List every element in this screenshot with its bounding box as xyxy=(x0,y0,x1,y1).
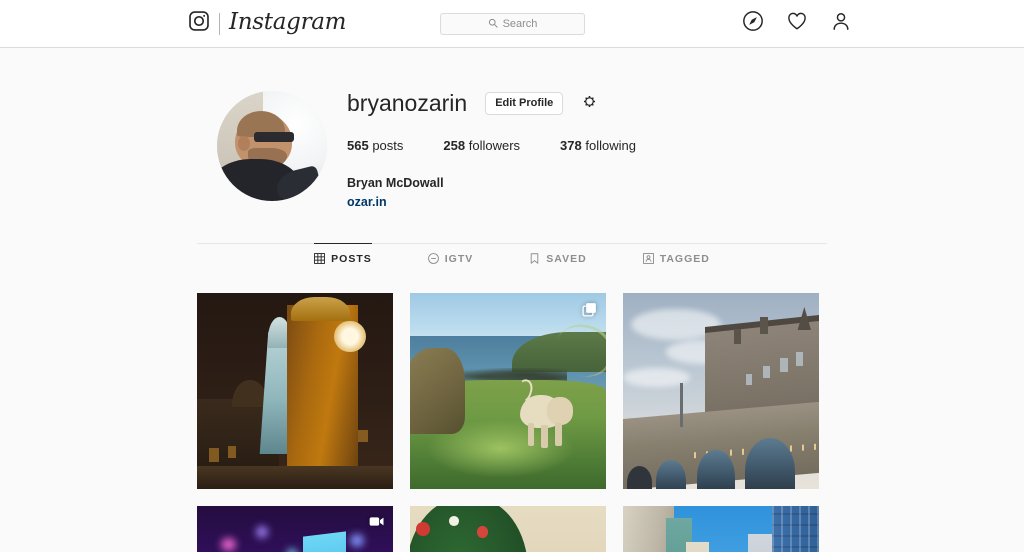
dog-leg xyxy=(555,422,562,447)
clock-face xyxy=(334,320,366,353)
carousel-icon xyxy=(582,302,597,322)
stat-posts: 565 posts xyxy=(347,138,403,153)
gear-icon xyxy=(581,93,598,113)
lit-window xyxy=(357,430,368,443)
ornament xyxy=(476,525,489,538)
window xyxy=(795,352,804,366)
dog-leg xyxy=(527,422,535,447)
username-row: bryanozarin Edit Profile xyxy=(347,88,827,118)
post-tile[interactable] xyxy=(410,293,606,490)
tagged-person-icon xyxy=(642,253,654,265)
avatar-glasses xyxy=(254,131,294,142)
person-icon[interactable] xyxy=(830,10,852,37)
brand-divider xyxy=(219,12,220,35)
stat-posts-label: posts xyxy=(372,138,404,153)
profile-bio: Bryan McDowall ozar.in xyxy=(347,174,827,211)
stat-followers-label: followers xyxy=(468,138,521,153)
window xyxy=(779,357,788,372)
building-right-facade-grid xyxy=(771,506,819,552)
search-placeholder: Search xyxy=(502,17,538,30)
dog-leg xyxy=(541,424,548,449)
profile-header: bryanozarin Edit Profile 565 posts 258 f… xyxy=(197,84,827,211)
lit-window xyxy=(208,448,219,462)
instagram-wordmark[interactable]: Instagram xyxy=(229,11,347,36)
profile-page: bryanozarin Edit Profile 565 posts 258 f… xyxy=(0,48,1024,552)
settings-button[interactable] xyxy=(581,93,598,113)
dog-head xyxy=(547,397,573,425)
stat-following-label: following xyxy=(585,138,636,153)
tower-crown xyxy=(291,297,350,321)
window xyxy=(763,365,770,378)
top-navigation-bar: Instagram Search xyxy=(0,0,1024,48)
compass-icon[interactable] xyxy=(742,10,764,37)
profile-stats: 565 posts 258 followers 378 following xyxy=(347,138,827,153)
ornament xyxy=(415,521,430,536)
edit-profile-button[interactable]: Edit Profile xyxy=(485,91,564,115)
tab-saved[interactable]: SAVED xyxy=(529,243,586,273)
post-tile[interactable] xyxy=(197,506,393,552)
post-tile[interactable] xyxy=(410,506,606,552)
full-name: Bryan McDowall xyxy=(347,176,444,190)
website-link[interactable]: ozar.in xyxy=(347,193,827,211)
video-icon xyxy=(369,515,384,533)
search-icon xyxy=(488,15,498,33)
nav-icon-group xyxy=(742,10,852,37)
search-input[interactable]: Search xyxy=(440,13,585,35)
stat-posts-value: 565 xyxy=(347,138,369,153)
stat-following-value: 378 xyxy=(560,138,582,153)
tab-saved-label: SAVED xyxy=(546,252,587,265)
tab-tagged[interactable]: TAGGED xyxy=(642,243,710,273)
profile-tabs: POSTS IGTV SAVED TAGGED xyxy=(197,243,827,273)
post-tile[interactable] xyxy=(197,293,393,490)
stat-followers-value: 258 xyxy=(443,138,466,153)
neon-light xyxy=(255,525,268,538)
content-column: bryanozarin Edit Profile 565 posts 258 f… xyxy=(197,48,827,552)
tab-posts[interactable]: POSTS xyxy=(314,243,372,273)
building-left-cream xyxy=(685,541,710,552)
avatar[interactable] xyxy=(217,91,327,201)
tab-posts-label: POSTS xyxy=(331,252,372,265)
avatar-container xyxy=(197,84,347,201)
post-tile[interactable] xyxy=(623,293,819,490)
chimney xyxy=(760,316,769,335)
tab-igtv[interactable]: IGTV xyxy=(427,243,474,273)
tab-igtv-label: IGTV xyxy=(444,252,474,265)
tab-tagged-label: TAGGED xyxy=(659,252,710,265)
profile-details: bryanozarin Edit Profile 565 posts 258 f… xyxy=(347,84,827,211)
post-grid xyxy=(197,293,827,552)
window xyxy=(745,373,753,386)
chimney xyxy=(733,328,741,345)
lit-window xyxy=(228,446,237,458)
stat-following[interactable]: 378 following xyxy=(560,138,636,153)
street-lamp xyxy=(679,383,683,427)
brand-logo[interactable]: Instagram xyxy=(188,10,347,37)
stat-followers[interactable]: 258 followers xyxy=(443,138,520,153)
dry-grass-slope xyxy=(410,348,465,435)
neon-light xyxy=(349,533,364,548)
instagram-camera-icon[interactable] xyxy=(188,10,210,37)
street-level xyxy=(197,465,393,490)
heart-icon[interactable] xyxy=(786,10,808,37)
ornament xyxy=(449,516,459,526)
grid-icon xyxy=(314,253,326,265)
igtv-icon xyxy=(427,253,439,265)
post-tile[interactable] xyxy=(623,506,819,552)
page-title: bryanozarin xyxy=(347,89,468,116)
bookmark-icon xyxy=(529,253,540,264)
